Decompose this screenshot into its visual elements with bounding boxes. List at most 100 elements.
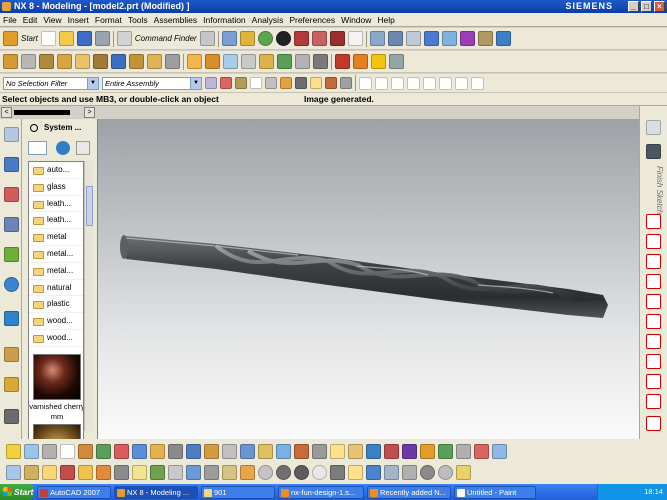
texture-icon[interactable] [168,443,183,459]
menu-window[interactable]: Window [338,13,374,27]
menu-tools[interactable]: Tools [125,13,151,27]
ruler-icon[interactable] [348,443,363,459]
measure-icon[interactable] [477,31,493,46]
tube-icon[interactable] [294,443,309,459]
camera-icon[interactable] [474,443,489,459]
scroll-right-icon[interactable]: > [84,107,95,118]
finish-sketch-icon[interactable] [646,144,661,159]
select-point-icon[interactable] [310,77,322,89]
back-icon[interactable] [56,141,70,155]
zoom-icon[interactable] [239,31,255,46]
layout-icon[interactable] [456,443,471,459]
menu-information[interactable]: Information [200,13,249,27]
fit-view-icon[interactable] [221,31,237,46]
start-button[interactable]: Start [21,34,38,43]
shadow-icon[interactable] [402,465,417,480]
floor-icon[interactable] [384,465,399,480]
dark-sphere-icon[interactable] [276,465,291,480]
menu-analysis[interactable]: Analysis [249,13,287,27]
reuse-library-icon[interactable] [4,217,19,232]
lightbulb-icon[interactable] [456,465,471,480]
list-item[interactable]: metal [29,229,83,246]
no-entry-icon[interactable] [312,465,327,480]
rectangle-icon[interactable] [646,334,661,349]
background-icon[interactable] [347,31,363,46]
list-item[interactable]: leath... [29,212,83,230]
cursor-select-icon[interactable] [330,443,345,459]
menu-assemblies[interactable]: Assemblies [151,13,200,27]
isometric-icon[interactable] [42,465,57,480]
back-view-icon[interactable] [132,465,147,480]
open-folder-icon[interactable] [58,31,74,46]
grid-icon[interactable] [495,31,511,46]
unite-icon[interactable] [129,54,144,69]
tip-icon[interactable] [6,443,21,459]
front-view-icon[interactable] [60,465,75,480]
clock[interactable]: 18:14 [644,487,663,496]
arc-center-icon[interactable] [407,76,420,90]
pan-view-icon[interactable] [402,443,417,459]
right-view-icon[interactable] [96,465,111,480]
zoom-window-icon[interactable] [366,443,381,459]
deselect-icon[interactable] [340,77,352,89]
menu-help[interactable]: Help [374,13,397,27]
menu-edit[interactable]: Edit [20,13,41,27]
shaded-sphere-icon[interactable] [257,31,273,46]
part-navigator-icon[interactable] [4,187,19,202]
subtract-icon[interactable] [147,54,162,69]
sphere-shade-icon[interactable] [258,465,273,480]
render-style-icon[interactable] [275,31,291,46]
orient-icon[interactable] [6,465,21,480]
sync-modeling-icon[interactable] [353,54,368,69]
pyramid-icon[interactable] [258,443,273,459]
matte-sphere-icon[interactable] [294,465,309,480]
layer-settings-icon[interactable] [387,31,403,46]
material-preview-sphere[interactable] [33,354,81,400]
record-icon[interactable] [335,54,350,69]
list-item[interactable]: metal... [29,246,83,263]
materials-scrollbar[interactable] [84,161,93,431]
line-sketch-icon[interactable] [646,234,661,249]
refresh-icon[interactable] [76,141,90,155]
left-view-icon[interactable] [114,465,129,480]
rotate-view-icon[interactable] [384,443,399,459]
partially-shaded-icon[interactable] [240,465,255,480]
select-curve-icon[interactable] [295,77,307,89]
pocket-icon[interactable] [93,54,108,69]
fillet-sketch-icon[interactable] [646,294,661,309]
offset-face-icon[interactable] [389,54,404,69]
mirror-icon[interactable] [277,54,292,69]
section-view-icon[interactable] [329,31,345,46]
split-body-icon[interactable] [313,54,328,69]
new-file-icon[interactable] [40,31,56,46]
sphere-icon[interactable] [240,443,255,459]
datum-plane-icon[interactable] [111,54,126,69]
menu-file[interactable]: File [0,13,20,27]
taskbar-item[interactable]: Untitled - Paint [454,485,536,499]
extrude-icon[interactable] [21,54,36,69]
point-sketch-icon[interactable] [646,394,661,409]
selection-filter-dropdown[interactable]: No Selection Filter ▼ [3,76,99,90]
box-icon[interactable] [186,443,201,459]
taskbar-item[interactable]: AutoCAD 2007 [37,485,111,499]
list-item[interactable]: wood... [29,313,83,330]
chevron-down-icon[interactable]: ▼ [190,77,201,89]
top-view-icon[interactable] [78,465,93,480]
quadrant-icon[interactable] [455,76,468,90]
web-browser-icon[interactable] [4,277,19,292]
material-icon[interactable] [150,443,165,459]
menu-view[interactable]: View [40,13,64,27]
command-finder-icon[interactable] [116,31,132,46]
move-face-icon[interactable] [371,54,386,69]
arc-sketch-icon[interactable] [646,254,661,269]
shell-icon[interactable] [223,54,238,69]
menu-format[interactable]: Format [92,13,125,27]
studio-icon[interactable] [96,443,111,459]
trimetric-icon[interactable] [24,465,39,480]
bottom-view-icon[interactable] [150,465,165,480]
draft-icon[interactable] [241,54,256,69]
studio-shade-icon[interactable] [204,465,219,480]
snap-view-icon[interactable] [42,443,57,459]
cylinder-icon[interactable] [204,443,219,459]
taskbar-item[interactable]: nx-fun-design-1.s... [278,485,364,499]
